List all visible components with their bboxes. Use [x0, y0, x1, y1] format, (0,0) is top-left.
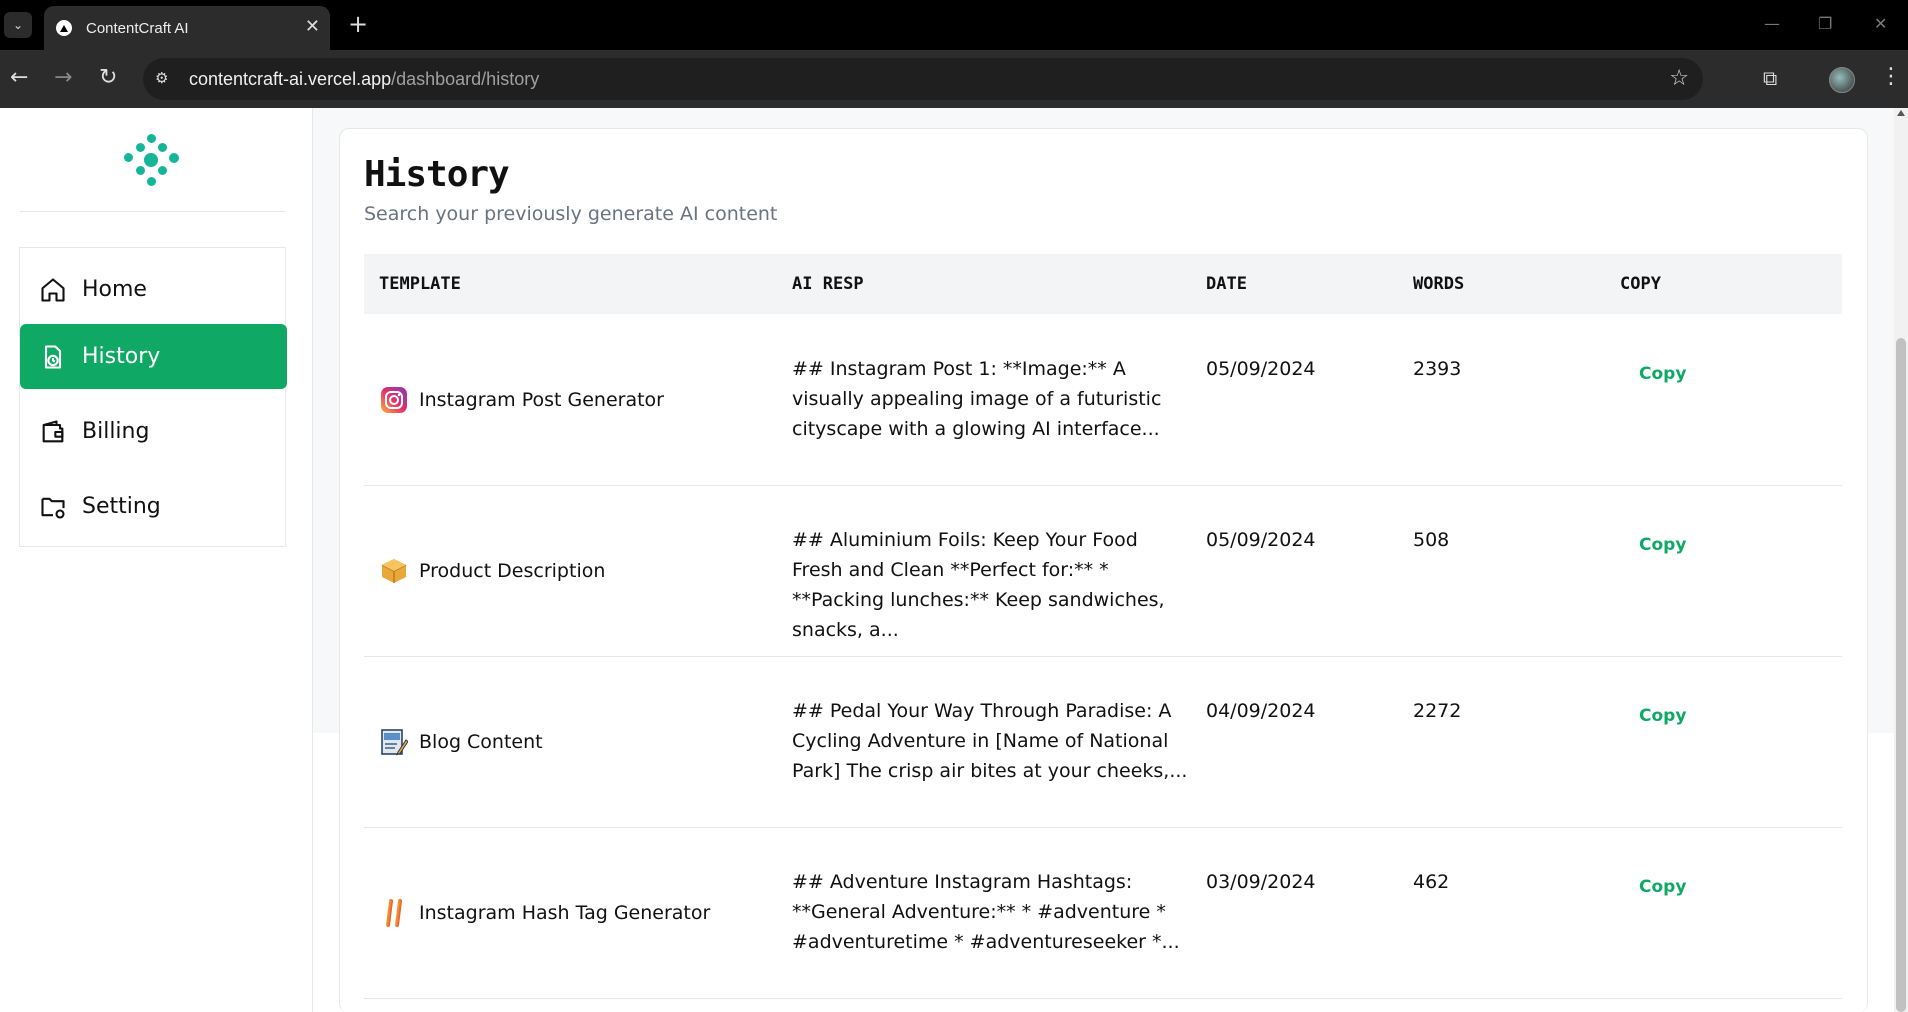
scrollbar-thumb[interactable] — [1896, 338, 1906, 1012]
sidebar-item-billing[interactable]: Billing — [20, 399, 287, 464]
word-count: 462 — [1413, 871, 1450, 893]
table-row: Instagram Post Generator ## Instagram Po… — [364, 314, 1842, 486]
word-count: 508 — [1413, 529, 1450, 551]
sidebar-item-home[interactable]: Home — [20, 257, 287, 322]
sidebar-item-history[interactable]: History — [20, 324, 287, 389]
ai-response: ## Instagram Post 1: **Image:** A visual… — [792, 358, 1162, 440]
logo-divider — [20, 211, 286, 212]
page-title: History — [364, 154, 510, 195]
date-cell: 05/09/2024 — [1206, 529, 1316, 551]
extensions-icon[interactable]: ⧉ — [1763, 66, 1777, 90]
tab-search-button[interactable]: ⌄ — [4, 12, 32, 38]
close-tab-icon[interactable]: ✕ — [305, 18, 320, 36]
copy-button[interactable]: Copy — [1639, 877, 1686, 897]
template-cell: Blog Content — [379, 656, 543, 827]
browser-tab[interactable]: ContentCraft AI ✕ — [44, 6, 330, 50]
blog-icon — [379, 727, 409, 757]
browser-menu-icon[interactable]: ⋮ — [1880, 64, 1902, 89]
table-row: Blog Content ## Pedal Your Way Through P… — [364, 656, 1842, 828]
sidebar-item-label: Setting — [82, 494, 161, 519]
logo-icon — [122, 134, 182, 190]
date-cell: 05/09/2024 — [1206, 358, 1316, 380]
url-bar[interactable]: ⚙ contentcraft-ai.vercel.app/dashboard/h… — [143, 58, 1703, 100]
template-name: Product Description — [419, 559, 606, 582]
page-scrollbar[interactable] — [1894, 108, 1908, 1012]
column-header-words: WORDS — [1413, 274, 1465, 294]
column-header-date: DATE — [1206, 274, 1247, 294]
template-cell: Instagram Hash Tag Generator — [379, 827, 710, 998]
hashtag-icon — [379, 898, 409, 928]
tab-title: ContentCraft AI — [86, 19, 189, 37]
bookmark-star-icon[interactable]: ☆ — [1669, 66, 1689, 91]
table-row: Product Description ## Aluminium Foils: … — [364, 485, 1842, 657]
history-icon — [38, 342, 68, 372]
template-cell: Product Description — [379, 485, 605, 656]
sidebar-item-setting[interactable]: Setting — [20, 474, 287, 539]
table-header: TEMPLATE AI RESP DATE WORDS COPY — [364, 254, 1842, 314]
sidebar-item-label: Home — [82, 277, 147, 302]
home-icon — [38, 275, 68, 305]
template-name: Instagram Post Generator — [419, 388, 664, 411]
column-header-ai-resp: AI RESP — [792, 274, 864, 294]
table-row: Instagram Hash Tag Generator ## Adventur… — [364, 827, 1842, 999]
folder-settings-icon — [38, 492, 68, 522]
sidebar-nav: Home History Billing Setting — [19, 247, 287, 547]
ai-response: ## Aluminium Foils: Keep Your Food Fresh… — [792, 529, 1165, 641]
instagram-icon — [379, 385, 409, 415]
template-name: Blog Content — [419, 730, 543, 753]
copy-button[interactable]: Copy — [1639, 364, 1686, 384]
package-icon — [379, 556, 409, 586]
reload-icon[interactable]: ↻ — [99, 66, 117, 90]
restore-icon[interactable]: ❐ — [1818, 14, 1832, 33]
scroll-up-arrow-icon[interactable] — [1897, 110, 1905, 116]
sidebar-item-label: Billing — [82, 419, 150, 444]
close-window-icon[interactable]: ✕ — [1874, 14, 1887, 33]
url-host: contentcraft-ai.vercel.app — [189, 69, 392, 89]
column-header-template: TEMPLATE — [379, 274, 461, 294]
profile-avatar[interactable] — [1829, 67, 1855, 93]
sidebar-item-label: History — [82, 344, 161, 369]
wallet-icon — [38, 417, 68, 447]
word-count: 2393 — [1413, 358, 1462, 380]
date-cell: 03/09/2024 — [1206, 871, 1316, 893]
template-name: Instagram Hash Tag Generator — [419, 901, 711, 924]
page-subtitle: Search your previously generate AI conte… — [364, 203, 778, 225]
url-path: /dashboard/history — [391, 69, 540, 89]
page-viewport: Home History Billing Setting History Sea… — [0, 108, 1908, 1012]
new-tab-button[interactable]: + — [348, 12, 368, 36]
ai-response: ## Adventure Instagram Hashtags: **Gener… — [792, 871, 1180, 953]
address-bar-row: ← → ↻ ⚙ contentcraft-ai.vercel.app/dashb… — [0, 50, 1908, 108]
browser-tab-bar: ⌄ ContentCraft AI ✕ + — ❐ ✕ — [0, 0, 1908, 50]
favicon-icon — [56, 20, 72, 36]
date-cell: 04/09/2024 — [1206, 700, 1316, 722]
copy-button[interactable]: Copy — [1639, 535, 1686, 555]
minimize-icon[interactable]: — — [1764, 14, 1780, 33]
copy-button[interactable]: Copy — [1639, 706, 1686, 726]
word-count: 2272 — [1413, 700, 1462, 722]
template-cell: Instagram Post Generator — [379, 314, 664, 485]
forward-icon[interactable]: → — [54, 66, 72, 90]
back-icon[interactable]: ← — [10, 66, 28, 90]
ai-response: ## Pedal Your Way Through Paradise: A Cy… — [792, 700, 1188, 782]
site-info-icon[interactable]: ⚙ — [155, 69, 168, 87]
url-text[interactable]: contentcraft-ai.vercel.app/dashboard/his… — [189, 69, 539, 90]
sidebar: Home History Billing Setting — [0, 108, 313, 1012]
column-header-copy: COPY — [1620, 274, 1661, 294]
